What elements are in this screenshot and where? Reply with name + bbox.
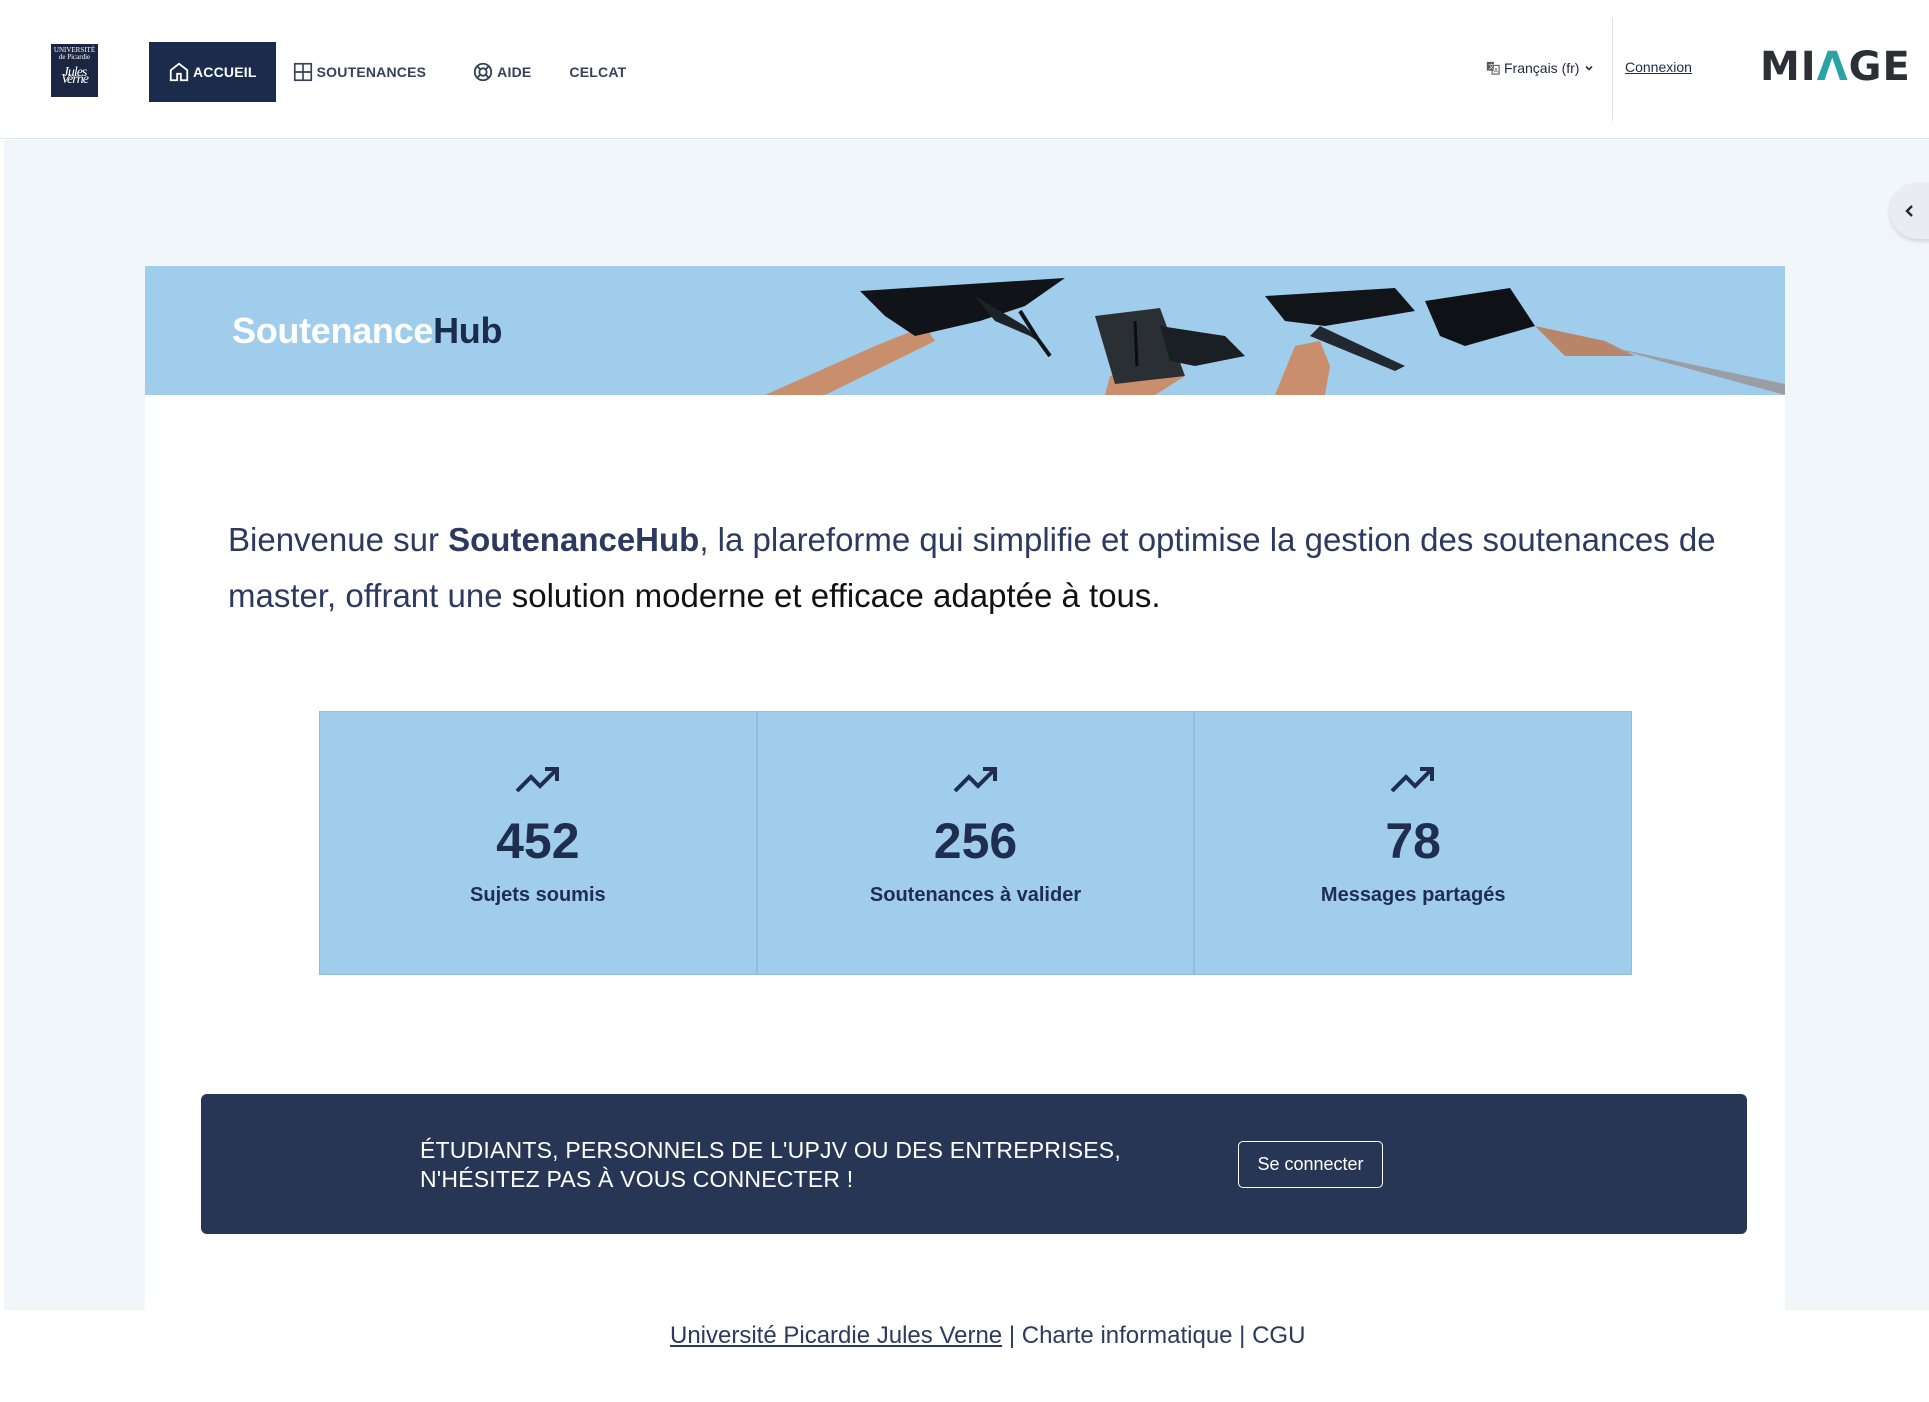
nav-item-accueil[interactable]: ACCUEIL (149, 42, 276, 102)
intro-part1: Bienvenue sur (228, 521, 449, 558)
miage-logo[interactable]: MIΛGE (1760, 44, 1911, 90)
stats-row: 452 Sujets soumis 256 Soutenances à vali… (319, 711, 1633, 975)
intro-paragraph: Bienvenue sur SoutenanceHub, la plarefor… (228, 512, 1738, 624)
main-nav: ACCUEIL SOUTENANCES AIDE CELCAT (149, 42, 644, 102)
stat-value: 452 (496, 813, 580, 869)
hero-banner: SoutenanceHub (145, 266, 1785, 395)
svg-text:A: A (1494, 67, 1499, 74)
stat-value: 256 (933, 813, 1018, 869)
stat-card-messages: 78 Messages partagés (1194, 711, 1633, 975)
banner-title-part2: Hub (433, 310, 503, 351)
nav-item-celcat[interactable]: CELCAT (553, 42, 644, 102)
stat-value: 78 (1385, 813, 1441, 869)
intro-part3: solution moderne et efficace adaptée à t… (511, 577, 1161, 614)
top-navbar: UNIVERSITÉ de Picardie Jules Verne ACCUE… (0, 0, 1929, 139)
miage-logo-accent: Λ (1816, 44, 1849, 90)
cta-line-2: N'HÉSITEZ PAS À VOUS CONNECTER ! (420, 1166, 854, 1192)
graduation-caps-image (765, 278, 1785, 395)
footer-link-cgu[interactable]: CGU (1252, 1322, 1305, 1349)
home-icon (169, 62, 189, 82)
footer-separator: | (1232, 1322, 1253, 1349)
miage-logo-pre: MI (1760, 44, 1817, 90)
language-label: Français (fr) (1504, 60, 1580, 76)
nav-label-aide: AIDE (497, 64, 532, 80)
stat-card-sujets: 452 Sujets soumis (319, 711, 757, 975)
stat-label: Messages partagés (1320, 884, 1506, 906)
footer-links: Université Picardie Jules Verne | Charte… (670, 1322, 1305, 1350)
footer-separator: | (1002, 1322, 1022, 1349)
grid-icon (293, 62, 312, 82)
banner-title: SoutenanceHub (232, 310, 502, 352)
header-divider (1612, 18, 1613, 121)
university-logo-signature: Jules Verne (61, 65, 89, 87)
chevron-down-icon (1585, 65, 1594, 71)
chevron-left-icon (1905, 205, 1913, 217)
university-logo[interactable]: UNIVERSITÉ de Picardie Jules Verne (51, 44, 98, 97)
nav-label-soutenances: SOUTENANCES (316, 64, 427, 80)
footer-link-university[interactable]: Université Picardie Jules Verne (670, 1322, 1002, 1349)
lifebuoy-icon (474, 62, 493, 82)
cta-line-1: ÉTUDIANTS, PERSONNELS DE L'UPJV OU DES E… (420, 1137, 1121, 1163)
stat-label: Sujets soumis (470, 884, 606, 906)
translate-icon: 文A (1486, 61, 1500, 75)
trending-up-icon (953, 767, 997, 793)
university-logo-text: UNIVERSITÉ de Picardie (53, 46, 96, 61)
nav-label-accueil: ACCUEIL (193, 64, 257, 80)
nav-item-aide[interactable]: AIDE (450, 42, 553, 102)
login-cta-banner: ÉTUDIANTS, PERSONNELS DE L'UPJV OU DES E… (201, 1094, 1747, 1234)
footer-link-charter[interactable]: Charte informatique (1022, 1322, 1233, 1349)
footer: Université Picardie Jules Verne | Charte… (0, 1310, 1929, 1402)
trending-up-icon (515, 767, 559, 793)
se-connecter-button[interactable]: Se connecter (1238, 1141, 1383, 1188)
login-link[interactable]: Connexion (1625, 59, 1692, 75)
language-selector[interactable]: 文A Français (fr) (1486, 60, 1599, 76)
miage-logo-post: GE (1848, 44, 1911, 90)
stat-card-soutenances: 256 Soutenances à valider (756, 711, 1195, 975)
banner-title-part1: Soutenance (232, 310, 434, 351)
cta-text: ÉTUDIANTS, PERSONNELS DE L'UPJV OU DES E… (420, 1136, 1121, 1194)
nav-label-celcat: CELCAT (569, 64, 627, 80)
stat-label: Soutenances à valider (869, 884, 1082, 906)
intro-brand: SoutenanceHub (448, 521, 700, 558)
nav-item-soutenances[interactable]: SOUTENANCES (276, 42, 451, 102)
trending-up-icon (1390, 767, 1435, 793)
